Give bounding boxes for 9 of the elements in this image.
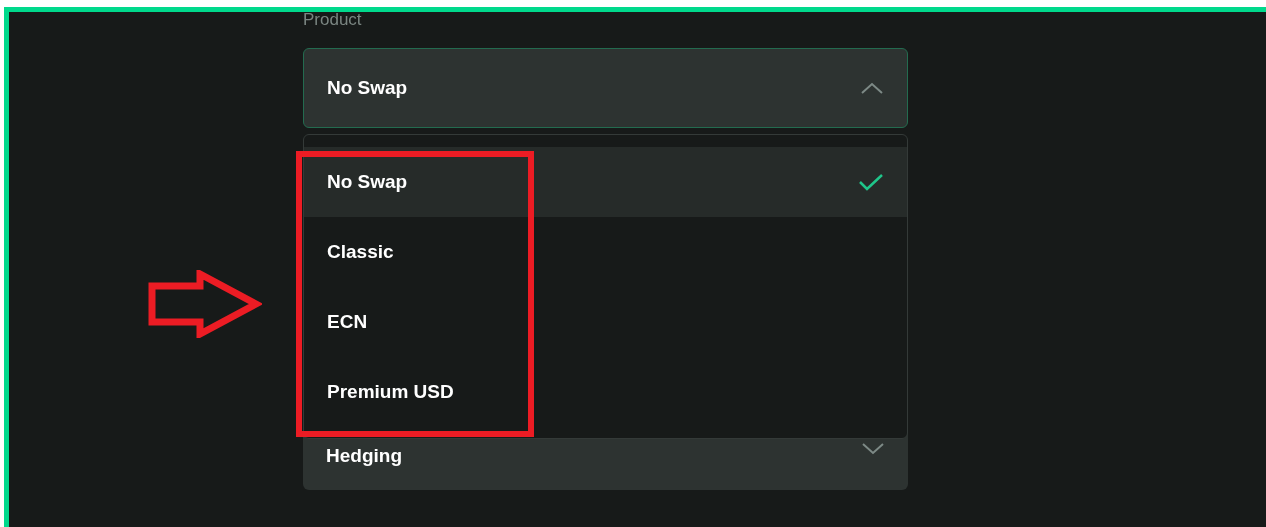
dropdown-option[interactable]: No Swap	[304, 147, 907, 217]
product-select[interactable]: No Swap	[303, 48, 908, 128]
dropdown-option[interactable]: ECN	[304, 287, 907, 357]
arrow-icon	[148, 270, 262, 338]
field-label: Product	[303, 10, 363, 30]
chevron-down-icon	[861, 442, 885, 456]
dropdown-option[interactable]: Classic	[304, 217, 907, 287]
checkmark-icon	[858, 172, 884, 192]
chevron-up-icon	[860, 81, 884, 95]
